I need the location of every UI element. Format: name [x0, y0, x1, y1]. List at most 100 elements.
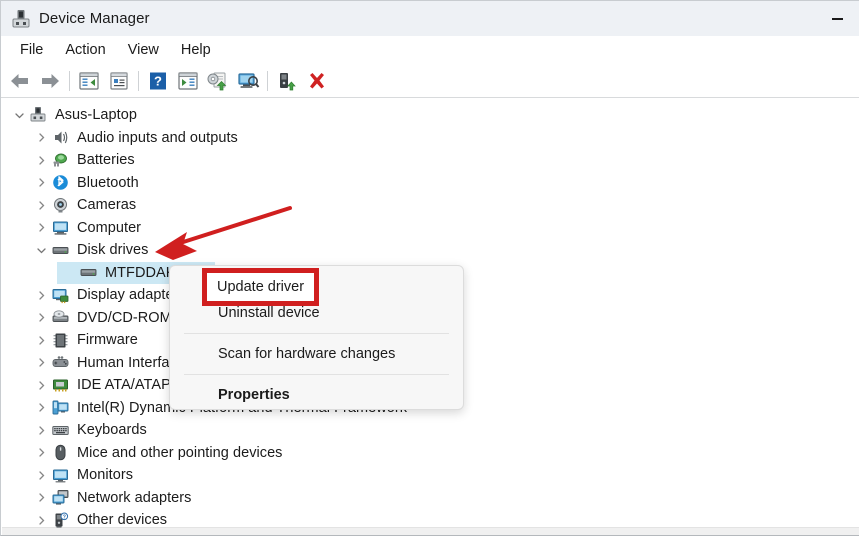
chevron-right-icon[interactable]	[32, 381, 50, 390]
tree-node-mice-and-other-pointing-devices[interactable]: Mice and other pointing devices	[2, 442, 859, 465]
dvd-drive-icon	[50, 309, 70, 327]
device-manager-window: Device Manager File Action View Help ? A…	[0, 0, 859, 536]
window-title: Device Manager	[39, 10, 150, 27]
hid-icon	[50, 354, 70, 372]
tree-node-bluetooth[interactable]: Bluetooth	[2, 172, 859, 195]
chevron-right-icon[interactable]	[32, 133, 50, 142]
back-icon	[11, 73, 28, 88]
help-button[interactable]: ?	[143, 67, 173, 95]
show-action-pane-button[interactable]	[173, 67, 203, 95]
uninstall-device-icon	[310, 72, 324, 88]
show-hide-console-tree-button[interactable]	[74, 67, 104, 95]
window-controls	[814, 1, 859, 36]
chevron-right-icon[interactable]	[32, 493, 50, 502]
context-menu-separator-2	[184, 374, 449, 375]
enable-device-button[interactable]	[272, 67, 302, 95]
help-icon: ?	[150, 72, 166, 89]
update-driver-button[interactable]	[203, 67, 233, 95]
chevron-right-icon[interactable]	[32, 358, 50, 367]
battery-icon	[50, 151, 70, 169]
tree-node-label: Monitors	[77, 467, 133, 484]
chevron-right-icon[interactable]	[32, 471, 50, 480]
device-manager-icon	[10, 8, 32, 30]
tree-node-label: Audio inputs and outputs	[77, 129, 238, 146]
forward-button[interactable]	[35, 67, 65, 95]
tree-node-label: Asus-Laptop	[55, 107, 137, 124]
svg-text:?: ?	[62, 514, 65, 520]
forward-icon	[42, 73, 59, 88]
chevron-right-icon[interactable]	[32, 448, 50, 457]
properties-icon	[110, 71, 128, 90]
toolbar-separator-1	[69, 70, 70, 91]
menu-item-file[interactable]: File	[9, 39, 54, 61]
chevron-down-icon[interactable]	[32, 246, 50, 255]
computer-icon	[50, 219, 70, 237]
camera-icon	[50, 196, 70, 214]
speaker-icon	[50, 129, 70, 147]
tree-node-disk-drives[interactable]: Disk drives	[2, 239, 859, 262]
title-bar: Device Manager	[1, 1, 859, 36]
tree-node-cameras[interactable]: Cameras	[2, 194, 859, 217]
scan-for-hardware-changes-icon	[238, 72, 260, 88]
tree-node-label: MTFDDAK	[105, 264, 176, 281]
menu-bar: File Action View Help	[1, 36, 859, 64]
chevron-down-icon[interactable]	[10, 111, 28, 120]
context-menu-item-scan-for-hardware-changes[interactable]: Scan for hardware changes	[170, 340, 463, 368]
chevron-right-icon[interactable]	[32, 178, 50, 187]
tree-node-label: Batteries	[77, 152, 135, 169]
intel-framework-icon	[50, 399, 70, 417]
svg-text:?: ?	[154, 73, 162, 88]
properties-button[interactable]	[104, 67, 134, 95]
network-adapter-icon	[50, 489, 70, 507]
update-driver-highlight-box[interactable]: Update driver	[202, 268, 319, 306]
bluetooth-icon	[50, 174, 70, 192]
show-action-pane-icon	[178, 71, 198, 90]
tree-node-label: Computer	[77, 219, 142, 236]
tree-node-label: Keyboards	[77, 422, 147, 439]
mouse-icon	[50, 444, 70, 462]
minimize-button[interactable]	[814, 1, 859, 36]
display-adapter-icon	[50, 286, 70, 304]
scan-for-hardware-changes-button[interactable]	[233, 67, 263, 95]
tree-node-audio-inputs-and-outputs[interactable]: Audio inputs and outputs	[2, 127, 859, 150]
menu-item-help[interactable]: Help	[170, 39, 222, 61]
tree-node-asus-laptop[interactable]: Asus-Laptop	[2, 104, 859, 127]
context-menu-item-properties[interactable]: Properties	[170, 381, 463, 409]
tree-node-network-adapters[interactable]: Network adapters	[2, 487, 859, 510]
chevron-right-icon[interactable]	[32, 156, 50, 165]
chevron-right-icon[interactable]	[32, 313, 50, 322]
back-button[interactable]	[5, 67, 35, 95]
chevron-right-icon[interactable]	[32, 336, 50, 345]
context-menu-separator-1	[184, 333, 449, 334]
chevron-right-icon[interactable]	[32, 426, 50, 435]
update-driver-icon	[207, 72, 227, 90]
tree-node-label: Mice and other pointing devices	[77, 444, 283, 461]
tree-node-keyboards[interactable]: Keyboards	[2, 419, 859, 442]
toolbar: ?	[1, 64, 859, 98]
tree-node-label: Disk drives	[77, 242, 149, 259]
tree-node-label: Cameras	[77, 197, 137, 214]
monitor-icon	[50, 466, 70, 484]
computer-root-icon	[28, 106, 48, 124]
chevron-right-icon[interactable]	[32, 403, 50, 412]
tree-node-other-devices[interactable]: ? Other devices	[2, 509, 859, 529]
disk-drive-icon	[50, 241, 70, 259]
chevron-right-icon[interactable]	[32, 223, 50, 232]
tree-node-label: Firmware	[77, 332, 138, 349]
minimize-icon	[831, 17, 843, 20]
disk-drive-icon	[78, 264, 98, 282]
chevron-right-icon[interactable]	[32, 291, 50, 300]
ide-controller-icon	[50, 376, 70, 394]
menu-item-view[interactable]: View	[117, 39, 170, 61]
toolbar-separator-2	[138, 70, 139, 91]
chevron-right-icon[interactable]	[32, 516, 50, 525]
show-hide-console-tree-icon	[79, 71, 99, 90]
chevron-right-icon[interactable]	[32, 201, 50, 210]
tree-node-computer[interactable]: Computer	[2, 217, 859, 240]
keyboard-icon	[50, 421, 70, 439]
uninstall-device-button[interactable]	[302, 67, 332, 95]
tree-node-batteries[interactable]: Batteries	[2, 149, 859, 172]
toolbar-separator-3	[267, 70, 268, 91]
tree-node-monitors[interactable]: Monitors	[2, 464, 859, 487]
menu-item-action[interactable]: Action	[54, 39, 116, 61]
